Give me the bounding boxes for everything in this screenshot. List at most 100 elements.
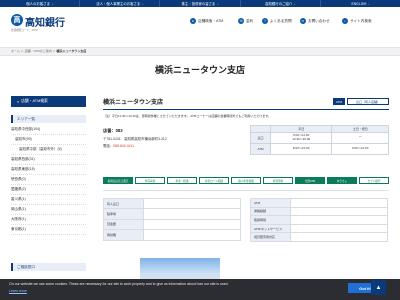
hours-table: 平日 土日・祝日 窓口 9:00～11:30 12:30～15:00 ー ATM…	[250, 125, 389, 155]
mail-icon: ✉	[300, 18, 306, 24]
facility-label: 有人窓口	[103, 197, 144, 210]
faq-link[interactable]: ? よくある質問	[262, 18, 292, 24]
facility-value	[290, 223, 388, 234]
nav-label: 個人のお客さま	[26, 2, 50, 6]
facilities-table-left: 有人窓口 駐車場 貸金庫 両替機	[103, 197, 241, 241]
facility-value	[143, 208, 241, 220]
nav-investors[interactable]: 株主・投資家の皆さま ›	[160, 0, 241, 7]
table-row: 取扱時間	[250, 215, 388, 225]
branch-info: 店番：083 〒781-0241 高知県高知市横浜新町3-312 電話：088-…	[103, 128, 243, 148]
branch-name: 横浜ニュータウン支店	[103, 100, 164, 106]
sidebar-item[interactable]: 東京都(1)	[11, 225, 86, 235]
nav-personal[interactable]: 個人のお客さま ›	[0, 0, 81, 7]
cookie-learn-more-link[interactable]: Learn more	[9, 289, 27, 293]
table-row: 駐車場	[103, 208, 241, 220]
chevron-right-icon: ›	[368, 1, 370, 6]
sidebar-item[interactable]: 香川県(1)	[11, 195, 86, 205]
breadcrumb: ホーム ＞ 店舗・ATMのご案内 ＞ 横浜ニュータウン支店	[11, 49, 86, 53]
row-label: ATM	[250, 143, 271, 155]
facility-value	[143, 197, 241, 210]
nav-business[interactable]: 法人・個人事業主のお客さま ›	[80, 0, 161, 7]
phone-number[interactable]: 088-842-4411	[113, 144, 134, 148]
table-row: 両替機	[103, 229, 241, 241]
area-list-heading: エリア一覧	[11, 115, 86, 123]
link-label: 店舗検索・ATM	[198, 18, 224, 23]
branch-search-button[interactable]: ⌕ 店舗・ATM検索	[11, 96, 86, 107]
service-tag: セブン銀行	[359, 177, 389, 184]
sidebar-item[interactable]: 高知県東部(18)	[11, 165, 86, 175]
sidebar-item[interactable]: 高知県中西部(104)	[11, 125, 86, 135]
service-tag: 投資信託窓口販売	[103, 177, 133, 184]
row-label: 窓口	[250, 132, 271, 144]
sidebar-item[interactable]: 高知県西部(31)	[11, 155, 86, 165]
branch-search-link[interactable]: ● 店舗検索・ATM	[190, 18, 223, 24]
nav-about[interactable]: 高知銀行のご紹介 ›	[241, 0, 321, 7]
search-icon: ⌕	[17, 99, 20, 104]
store-number: 店番：083	[103, 128, 123, 133]
facility-label: ATM	[250, 198, 291, 208]
sidebar-item[interactable]: 愛媛県(2)	[11, 185, 86, 195]
weekday-hours: 8:00～21:00	[269, 143, 333, 155]
back-to-top-icon[interactable]: ▲	[371, 280, 386, 295]
service-tag: 外貨預金	[263, 177, 293, 184]
pin-icon: ●	[190, 18, 196, 24]
table-row: 窓口 9:00～11:30 12:30～15:00 ー	[250, 132, 389, 144]
hours-header: 平日	[269, 125, 333, 133]
facility-label: 通帳繰越	[250, 206, 291, 217]
link-label: よくある質問	[270, 18, 292, 23]
cookie-text: On our website we use some cookies. Thes…	[9, 282, 229, 286]
atm-tag: ATM	[333, 98, 345, 105]
divider	[103, 190, 389, 191]
service-tag: 住宅ローン相談	[199, 177, 229, 184]
question-icon: ?	[262, 18, 268, 24]
page-title: 横浜ニュータウン支店	[154, 65, 245, 75]
facilities-table-right: ATM 通帳繰越 取扱時間 ATM/ネットサービス 視覚障害者対応	[250, 198, 388, 242]
sidebar-item[interactable]: 徳島県(0)	[11, 175, 86, 185]
table-row: 有人窓口	[103, 197, 241, 210]
sidebar-head-label: 店舗・ATM検索	[21, 99, 48, 103]
nav-label: ENGLISH	[351, 1, 367, 6]
service-tag: ゆうちょ	[327, 177, 357, 184]
logo-text[interactable]: 高知銀行	[25, 14, 65, 29]
facility-value	[290, 232, 388, 242]
sidebar-item[interactable]: 高知県中部（高知市外）(5)	[11, 145, 86, 155]
table-row: ATM/ネットサービス	[250, 223, 388, 234]
logo-icon[interactable]: 高	[11, 14, 23, 26]
facility-value	[290, 215, 388, 225]
service-tag: 全国ATM	[295, 177, 325, 184]
nav-english[interactable]: ENGLISH ›	[321, 0, 400, 7]
facility-label: 駐車場	[103, 208, 144, 220]
rates-link[interactable]: % 金利	[238, 18, 253, 24]
weekend-hours: 9:00～21:00	[331, 143, 389, 155]
facility-value	[290, 206, 388, 217]
counter-tag: 窓口（有人店舗）	[347, 98, 389, 105]
breadcrumb-branches[interactable]: 店舗・ATMのご案内	[25, 49, 52, 53]
nav-label: 高知銀行のご紹介	[265, 2, 293, 6]
facility-value	[143, 229, 241, 241]
facility-label: 取扱時間	[250, 215, 291, 225]
divider	[103, 109, 389, 110]
inquiry-link[interactable]: ✉ お問い合わせ	[300, 18, 330, 24]
hours-header: 土日・祝日	[331, 125, 389, 133]
breadcrumb-home[interactable]: ホーム	[11, 49, 20, 53]
service-tag: 年金・相談	[167, 177, 197, 184]
sidebar-item[interactable]: 大阪府(1)	[11, 215, 86, 225]
search-icon: ⌕	[342, 18, 348, 24]
service-tag: 個人年金保険	[231, 177, 261, 184]
sitemap-link[interactable]: ⌕ サイト内検索	[342, 18, 372, 24]
sidebar-item[interactable]: 高知市(99)	[11, 135, 86, 145]
facility-label: 両替機	[103, 229, 144, 241]
facility-label: 視覚障害者対応	[250, 232, 291, 242]
nav-label: 法人・個人事業主のお客さま	[96, 2, 141, 6]
breadcrumb-current: 横浜ニュータウン支店	[56, 49, 87, 53]
hours-notice: （注）平日11:30～12:30は、昼時間休業とさせていただきます。 ATMコー…	[103, 114, 272, 118]
link-label: 金利	[246, 18, 254, 23]
chevron-right-icon: ›	[51, 1, 53, 6]
sidebar-item[interactable]: 岡山県(1)	[11, 205, 86, 215]
table-row: 貸金庫	[103, 218, 241, 231]
chevron-right-icon: ›	[217, 1, 219, 6]
table-row: ATM 8:00～21:00 9:00～21:00	[250, 143, 389, 155]
table-row: ATM	[250, 198, 388, 208]
area-list: 高知県中西部(104) 高知市(99) 高知県中部（高知市外）(5) 高知県西部…	[11, 125, 86, 235]
phone: 電話：088-842-4411	[103, 143, 243, 148]
